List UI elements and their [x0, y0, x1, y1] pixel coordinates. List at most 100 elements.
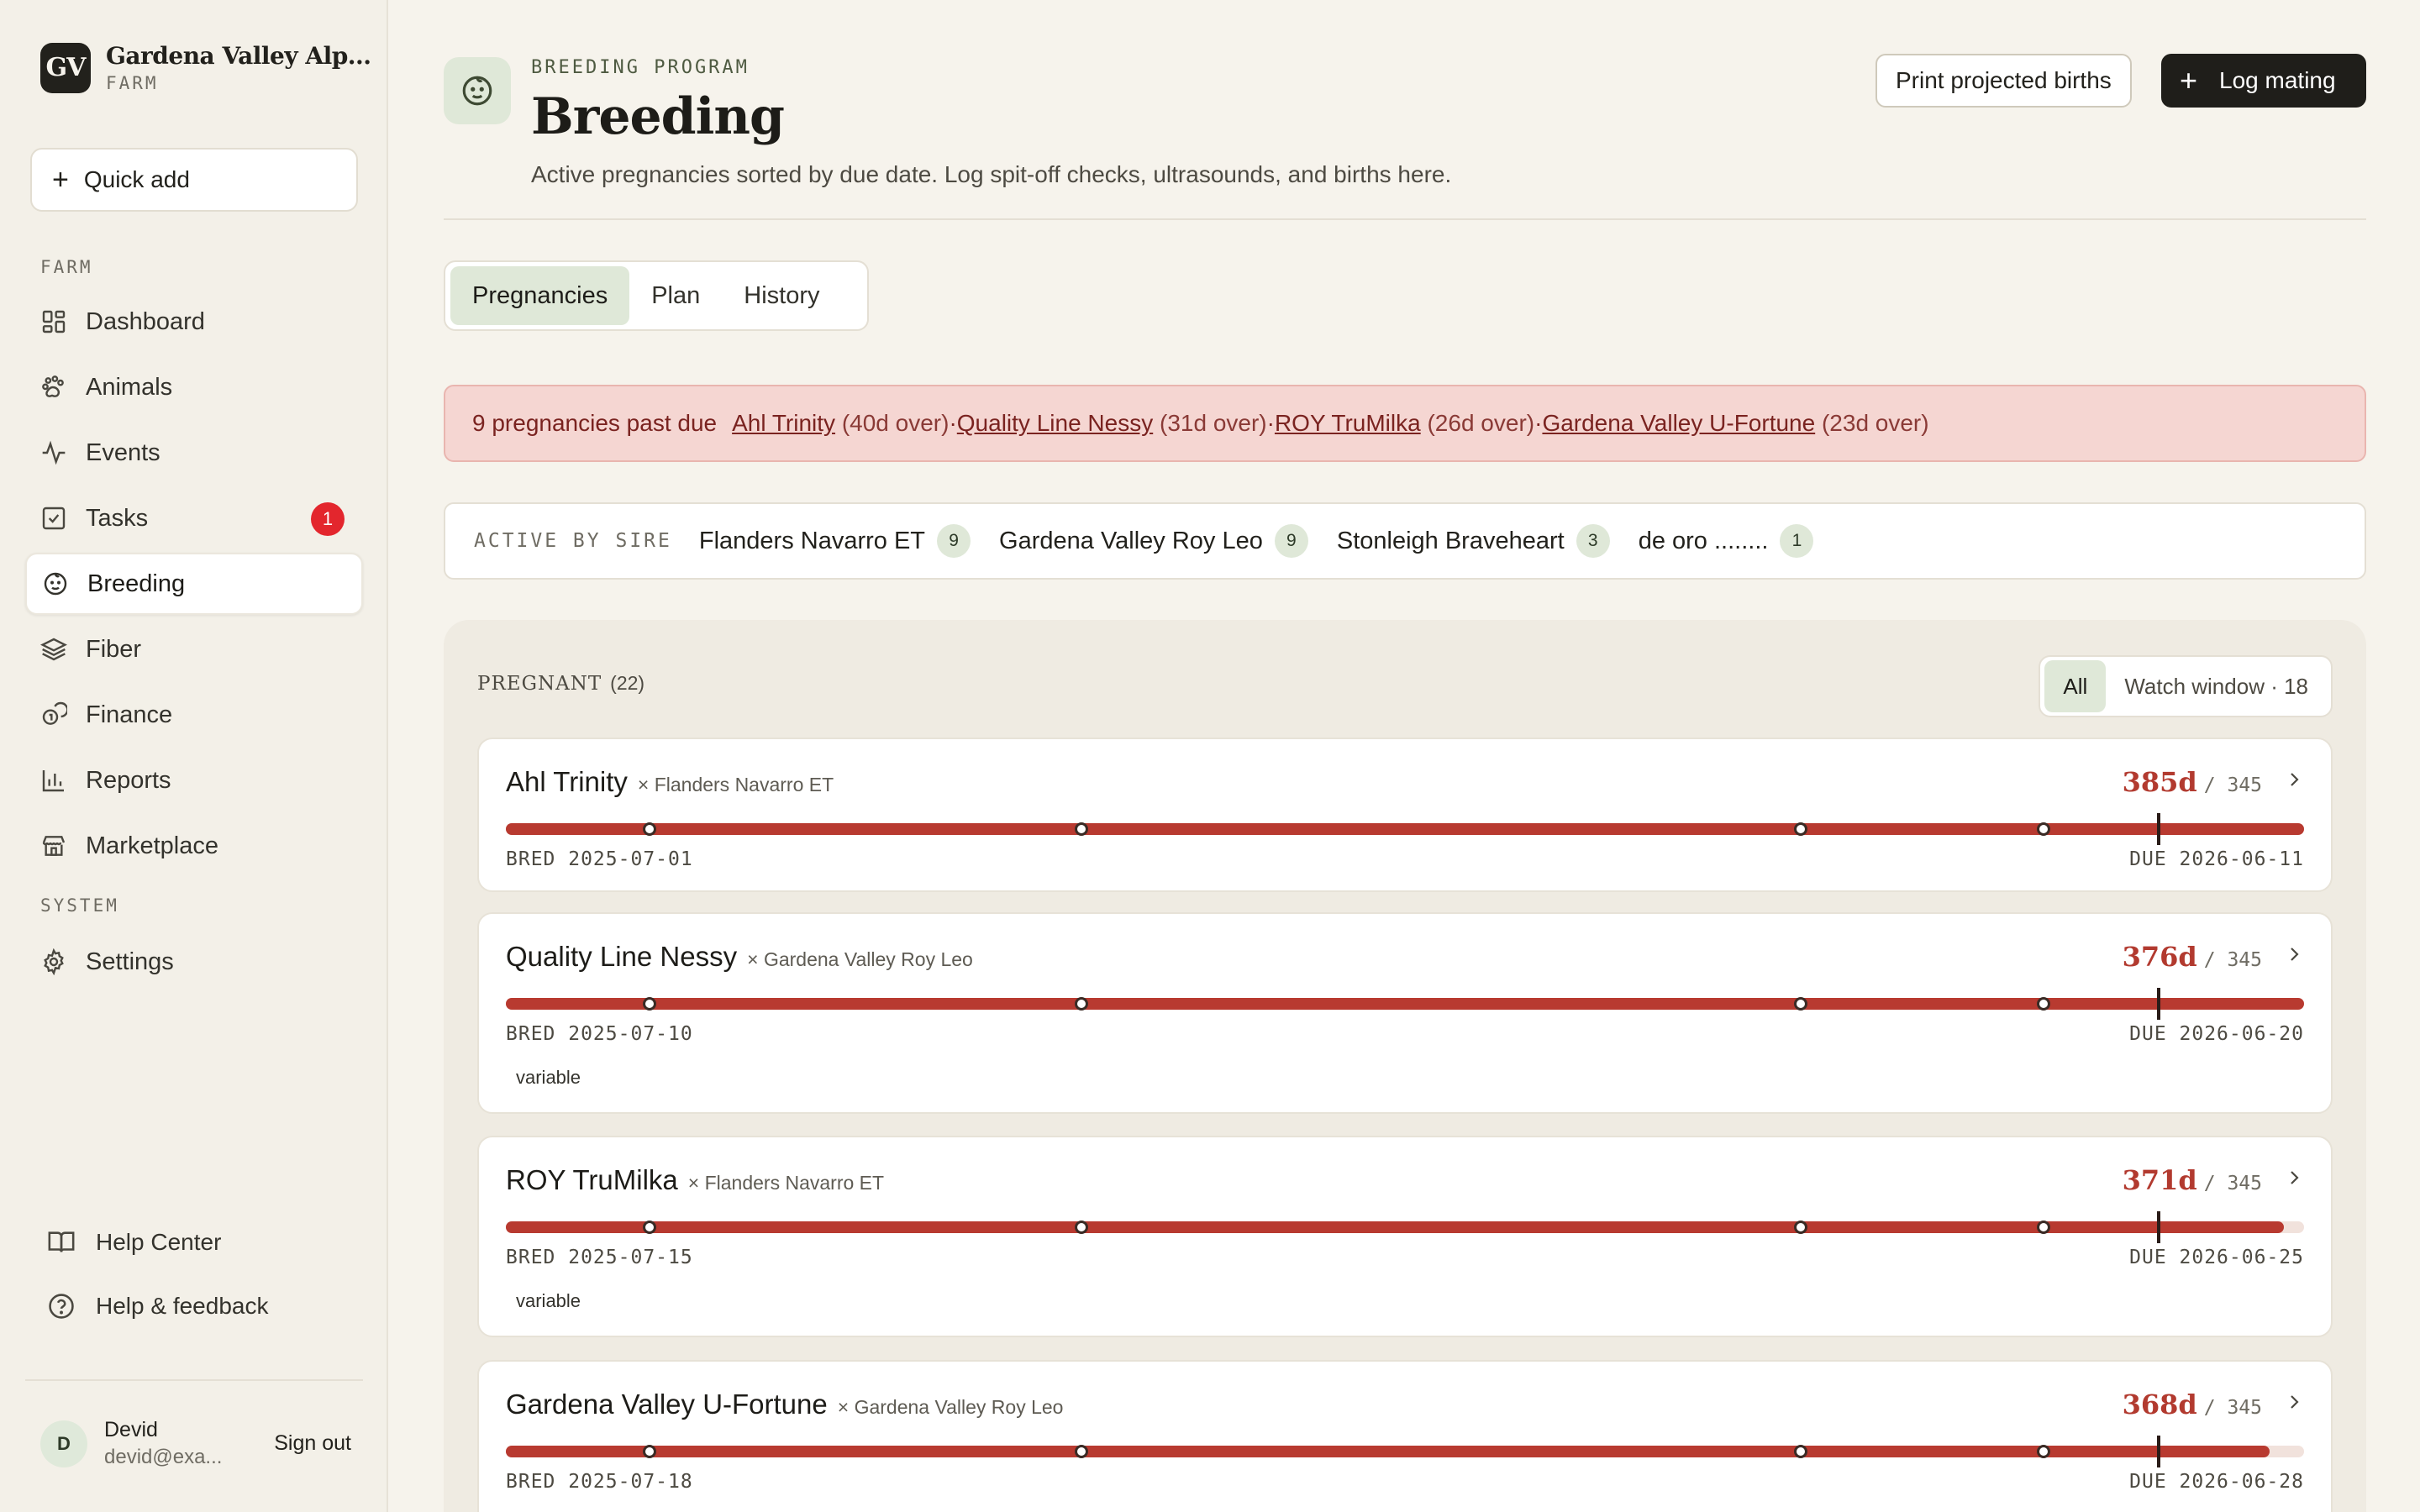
user-email: devid@exa... [104, 1446, 223, 1468]
baby-face-icon [44, 572, 67, 596]
gestation-days: 385d / 345 [2123, 766, 2262, 798]
milestone-dot [1794, 1221, 1807, 1234]
store-icon [42, 836, 66, 856]
user-profile: D Devid devid@exa... Sign out [40, 1418, 351, 1469]
gestation-days: 368d / 345 [2123, 1389, 2262, 1420]
sidebar-item-breeding[interactable]: Breeding [25, 553, 363, 615]
milestone-dot [2037, 997, 2050, 1011]
sidebar-item-animals[interactable]: Animals [25, 356, 363, 418]
milestone-dot [643, 1221, 656, 1234]
brand[interactable]: GV Gardena Valley Alp... FARM [40, 42, 371, 93]
past-due-over-1: (31d over) [1160, 410, 1267, 436]
milestone-dot [643, 822, 656, 836]
tab-plan[interactable]: Plan [629, 266, 722, 325]
milestone-dot [1075, 997, 1088, 1011]
tab-history[interactable]: History [722, 266, 841, 325]
gestation-progress-fill [506, 1221, 2284, 1233]
bred-date: BRED 2025-07-10 [506, 1023, 693, 1045]
avatar[interactable]: D [40, 1420, 87, 1467]
nav-section-system: SYSTEM [40, 895, 119, 916]
active-by-sire-bar: ACTIVE BY SIRE Flanders Navarro ET 9 Gard… [444, 502, 2366, 580]
sidebar-divider [25, 1379, 363, 1381]
sire-chip[interactable]: de oro ........ 1 [1639, 524, 1814, 558]
pregnancy-card[interactable]: Gardena Valley U-Fortune × Gardena Valley… [477, 1360, 2333, 1512]
plus-icon: + [52, 164, 69, 196]
filter-watch-window[interactable]: Watch window · 18 [2106, 660, 2327, 712]
milestone-dot [643, 1445, 656, 1458]
help-feedback-link[interactable]: Help & feedback [47, 1292, 268, 1320]
sidebar-item-tasks[interactable]: Tasks 1 [25, 487, 363, 549]
past-due-link-0[interactable]: Ahl Trinity [732, 410, 835, 437]
sidebar-item-dashboard[interactable]: Dashboard [25, 291, 363, 353]
pregnancy-card[interactable]: ROY TruMilka × Flanders Navarro ET 371d / … [477, 1136, 2333, 1337]
sidebar-item-label: Animals [86, 373, 173, 401]
sire-chip[interactable]: Stonleigh Braveheart 3 [1337, 524, 1610, 558]
past-due-link-3[interactable]: Gardena Valley U-Fortune [1542, 410, 1815, 437]
sire-count-badge: 9 [1274, 524, 1308, 558]
due-date: DUE 2026-06-11 [2129, 848, 2304, 870]
gestation-progress-bar [506, 988, 2304, 1020]
sidebar-item-events[interactable]: Events [25, 422, 363, 484]
view-tabs: Pregnancies Plan History [444, 260, 869, 331]
quick-add-label: Quick add [83, 166, 190, 192]
quick-add-button[interactable]: + Quick add [30, 148, 358, 212]
card-tag: variable [516, 1067, 581, 1088]
breeding-header-icon [444, 57, 511, 124]
past-due-link-2[interactable]: ROY TruMilka [1275, 410, 1421, 437]
log-mating-button[interactable]: + Log mating [2161, 54, 2366, 108]
alert-separator: · [1266, 410, 1275, 436]
chevron-right-icon[interactable] [2284, 1392, 2304, 1412]
bred-date: BRED 2025-07-01 [506, 848, 693, 870]
plus-icon: + [2180, 63, 2198, 97]
pregnancy-card[interactable]: Quality Line Nessy × Gardena Valley Roy L… [477, 912, 2333, 1114]
animal-name-text: Ahl Trinity [506, 766, 628, 797]
sire-chip[interactable]: Gardena Valley Roy Leo 9 [999, 524, 1308, 558]
bred-date: BRED 2025-07-18 [506, 1471, 693, 1493]
animal-name: Gardena Valley U-Fortune × Gardena Valley… [506, 1389, 1063, 1420]
nav-section-farm: FARM [40, 257, 93, 277]
print-projected-births-button[interactable]: Print projected births [1876, 54, 2132, 108]
animal-name-text: Gardena Valley U-Fortune [506, 1389, 828, 1420]
help-feedback-label: Help & feedback [96, 1293, 269, 1319]
sidebar-item-fiber[interactable]: Fiber [25, 618, 363, 680]
bred-date: BRED 2025-07-15 [506, 1247, 693, 1268]
coins-icon [42, 701, 67, 725]
milestone-dot [2037, 822, 2050, 836]
pregnancy-card[interactable]: Ahl Trinity × Flanders Navarro ET 385d / 3… [477, 738, 2333, 892]
pregnant-title: PREGNANT [477, 673, 602, 695]
sidebar-item-reports[interactable]: Reports [25, 749, 363, 811]
tab-pregnancies[interactable]: Pregnancies [450, 266, 630, 325]
chevron-right-icon[interactable] [2284, 1168, 2304, 1188]
sidebar-item-marketplace[interactable]: Marketplace [25, 815, 363, 877]
days-elapsed: 376d [2122, 941, 2197, 973]
sidebar-item-label: Fiber [86, 635, 142, 663]
chevron-right-icon[interactable] [2284, 944, 2304, 964]
sire-label: × Gardena Valley Roy Leo [747, 948, 973, 970]
past-due-over-3: (23d over) [1821, 410, 1929, 436]
past-due-link-1[interactable]: Quality Line Nessy [957, 410, 1153, 437]
sidebar-item-finance[interactable]: Finance [25, 684, 363, 746]
filter-all[interactable]: All [2044, 660, 2107, 712]
sidebar-item-label: Events [86, 438, 160, 466]
brand-name: Gardena Valley Alp... [106, 42, 371, 70]
sire-chip[interactable]: Flanders Navarro ET 9 [699, 524, 971, 558]
user-name: Devid [104, 1418, 158, 1441]
sire-count-badge: 9 [937, 524, 971, 558]
pregnant-heading: PREGNANT (22) [477, 672, 644, 695]
chevron-right-icon[interactable] [2284, 769, 2304, 790]
sidebar-item-label: Dashboard [86, 307, 205, 335]
due-date: DUE 2026-06-25 [2129, 1247, 2304, 1268]
past-due-count: 9 pregnancies past due [472, 410, 718, 436]
bar-chart-icon [42, 770, 64, 792]
sign-out-button[interactable]: Sign out [274, 1431, 351, 1456]
gestation-progress-bar [506, 813, 2304, 845]
help-center-link[interactable]: Help Center [47, 1228, 221, 1257]
sidebar-item-label: Breeding [87, 570, 186, 597]
sidebar-item-settings[interactable]: Settings [25, 931, 363, 993]
milestone-dot [1794, 1445, 1807, 1458]
sire-label: × Flanders Navarro ET [637, 774, 834, 795]
sidebar-item-label: Finance [86, 701, 173, 728]
sire-label: × Gardena Valley Roy Leo [837, 1396, 1064, 1418]
alert-separator: · [1534, 410, 1543, 436]
pregnant-filter: All Watch window · 18 [2039, 655, 2333, 717]
